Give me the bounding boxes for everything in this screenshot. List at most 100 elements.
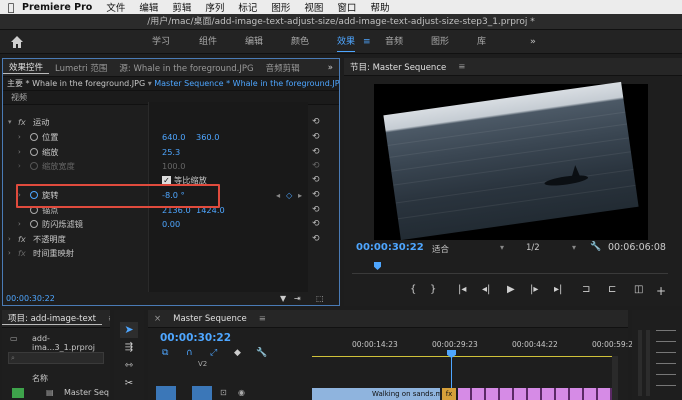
razor-tool-icon[interactable]: ✂	[120, 378, 138, 389]
effect-row-opacity[interactable]: › fx 不透明度 ⟲	[0, 232, 336, 247]
menu-help[interactable]: 帮助	[370, 0, 389, 14]
resolution-dropdown[interactable]: 1/2	[526, 243, 540, 253]
menu-clip[interactable]: 剪辑	[172, 0, 191, 14]
timeline-title[interactable]: Master Sequence	[167, 314, 253, 324]
fit-dropdown[interactable]: 适合	[432, 243, 449, 255]
column-name-header[interactable]: 名称	[32, 373, 48, 384]
extract-icon[interactable]: ⊏	[608, 284, 616, 295]
timeline-vertical-scrollbar[interactable]	[612, 356, 618, 400]
app-menu[interactable]: Premiere Pro	[22, 2, 92, 13]
reset-icon[interactable]: ⟲	[312, 217, 320, 232]
program-current-timecode[interactable]: 00:00:30:22	[356, 242, 424, 253]
effect-row-time-remap[interactable]: › fx 时间重映射	[0, 246, 336, 261]
selection-tool-icon[interactable]: ➤	[120, 322, 138, 338]
workspace-menu-icon[interactable]: ≡	[363, 30, 371, 54]
reset-icon[interactable]: ⟲	[312, 232, 320, 247]
filter-icon[interactable]: ▼	[280, 292, 286, 306]
menu-view[interactable]: 视图	[304, 0, 323, 14]
go-to-in-icon[interactable]: |◂	[458, 284, 466, 295]
project-search-input[interactable]: ⌕	[8, 352, 104, 364]
stopwatch-icon[interactable]	[30, 133, 38, 141]
master-clip-label[interactable]: 主要 * Whale in the foreground.JPG	[7, 79, 145, 88]
expand-arrow-icon[interactable]: ›	[18, 145, 21, 160]
reset-icon[interactable]: ⟲	[312, 130, 320, 145]
reset-icon[interactable]: ⟲	[312, 145, 320, 160]
menu-graphics[interactable]: 图形	[271, 0, 290, 14]
linked-selection-icon[interactable]: ⤢	[210, 348, 217, 358]
resolution-dropdown-arrow-icon[interactable]: ▾	[572, 243, 576, 252]
collapse-arrow-icon[interactable]: ▾	[8, 115, 12, 130]
workspace-tab-editing[interactable]: 编辑	[245, 30, 263, 54]
menu-sequence[interactable]: 序列	[205, 0, 224, 14]
ripple-edit-tool-icon[interactable]: ⇿	[120, 360, 138, 371]
expand-arrow-icon[interactable]: ›	[18, 130, 21, 145]
timeline-settings-icon[interactable]: 🔧	[256, 348, 267, 358]
export-frame-icon[interactable]: ◫	[634, 284, 643, 295]
tab-source[interactable]: 源: Whale in the foreground.JPG	[113, 62, 259, 74]
stopwatch-icon[interactable]	[30, 220, 38, 228]
prev-keyframe-icon[interactable]: ◂	[276, 188, 280, 203]
stopwatch-icon[interactable]	[30, 148, 38, 156]
clip-selector[interactable]: 主要 * Whale in the foreground.JPG ▾ Maste…	[3, 77, 339, 91]
workspace-tab-color[interactable]: 颜色	[291, 30, 309, 54]
menu-edit[interactable]: 编辑	[139, 0, 158, 14]
add-marker-icon[interactable]: ◆	[234, 348, 241, 358]
export-frame-icon[interactable]: ⬚	[316, 292, 324, 306]
project-item-master-sequence[interactable]: Master Seq	[64, 388, 109, 397]
apple-menu-icon[interactable]: 	[0, 1, 22, 14]
scale-value[interactable]: 25.3	[162, 145, 180, 160]
reset-icon[interactable]: ⟲	[312, 203, 320, 218]
fit-dropdown-arrow-icon[interactable]: ▾	[500, 243, 504, 252]
position-x-value[interactable]: 640.0	[162, 130, 185, 145]
sequence-clip-label[interactable]: Master Sequence * Whale in the foregroun…	[154, 79, 339, 88]
timeline-clip-image[interactable]: fx	[442, 388, 456, 400]
expand-arrow-icon[interactable]: ›	[8, 246, 11, 261]
effect-row-scale[interactable]: › 缩放 25.3 ⟲	[0, 145, 336, 160]
anti-flicker-value[interactable]: 0.00	[162, 217, 180, 232]
expand-arrow-icon[interactable]: ›	[18, 217, 21, 232]
reset-icon[interactable]: ⟲	[312, 188, 320, 203]
menu-markers[interactable]: 标记	[238, 0, 257, 14]
project-title[interactable]: 项目: add-image-text	[2, 312, 102, 325]
home-icon[interactable]	[10, 35, 24, 49]
tab-lumetri-scopes[interactable]: Lumetri 范围	[49, 62, 113, 74]
wrench-icon[interactable]: 🔧	[590, 242, 601, 252]
play-icon[interactable]: ▶	[507, 284, 515, 295]
effect-row-motion[interactable]: ▾ fx 运动 ⟲	[0, 115, 336, 130]
track-output-icon[interactable]: ⊡	[220, 388, 227, 397]
menu-window[interactable]: 窗口	[337, 0, 356, 14]
workspace-tab-learn[interactable]: 学习	[152, 30, 170, 54]
export-icon[interactable]: ⇥	[294, 292, 301, 306]
reset-icon[interactable]: ⟲	[312, 115, 320, 130]
timeline-clip-video[interactable]: Walking on sands.mp4	[312, 388, 440, 400]
timeline-menu-icon[interactable]: ≡	[253, 314, 272, 324]
add-button-icon[interactable]: +	[656, 284, 666, 298]
timeline-clip-graphics[interactable]	[458, 388, 612, 400]
snap-icon[interactable]: ∩	[186, 348, 193, 358]
tab-audio-clip-mixer[interactable]: 音频剪辑	[260, 62, 306, 74]
work-area-bar[interactable]	[312, 356, 612, 357]
program-video-display[interactable]	[374, 81, 648, 241]
project-menu-icon[interactable]: ≡	[102, 314, 110, 324]
track-select-tool-icon[interactable]: ⇶	[120, 342, 138, 353]
timeline-timecode[interactable]: 00:00:30:22	[160, 332, 231, 344]
mark-out-icon[interactable]: }	[430, 284, 436, 295]
go-to-out-icon[interactable]: ▸|	[554, 284, 562, 295]
program-monitor-title[interactable]: 节目: Master Sequence	[344, 61, 452, 73]
playhead-icon[interactable]	[374, 262, 381, 270]
workspace-tab-libraries[interactable]: 库	[477, 30, 486, 54]
step-forward-icon[interactable]: |▸	[530, 284, 538, 295]
add-keyframe-icon[interactable]: ◇	[286, 188, 292, 203]
position-y-value[interactable]: 360.0	[196, 130, 219, 145]
effect-controls-timecode[interactable]: 00:00:30:22	[6, 294, 55, 303]
lift-icon[interactable]: ⊐	[582, 284, 590, 295]
effect-row-anti-flicker[interactable]: › 防闪烁滤镜 0.00 ⟲	[0, 217, 336, 232]
tab-effect-controls[interactable]: 效果控件	[3, 61, 50, 74]
effect-row-position[interactable]: › 位置 640.0 360.0 ⟲	[0, 130, 336, 145]
panel-overflow-icon[interactable]: »	[322, 63, 339, 73]
next-keyframe-icon[interactable]: ▸	[298, 188, 302, 203]
expand-arrow-icon[interactable]: ›	[8, 232, 11, 247]
program-scrubber[interactable]	[352, 262, 668, 274]
track-source-v1[interactable]	[192, 386, 212, 400]
mark-in-icon[interactable]: {	[410, 284, 416, 295]
